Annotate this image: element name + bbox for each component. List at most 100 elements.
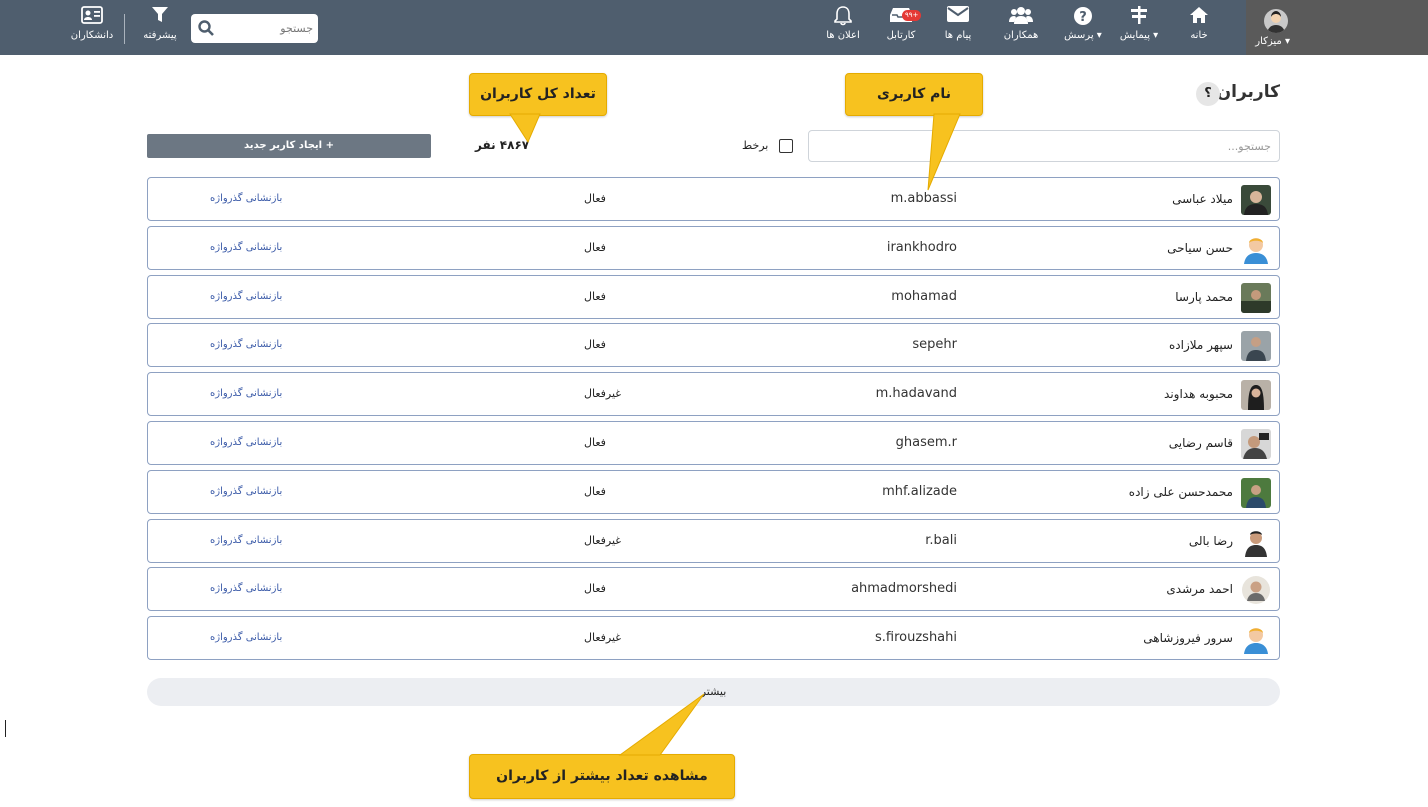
nav-cartable-label: کارتابل [886,30,916,41]
user-row[interactable]: رضا بالی r.bali غیرفعال بازنشانی گذرواژه [147,518,1280,563]
reset-password-link[interactable]: بازنشانی گذرواژه [210,535,282,546]
nav-colleagues-label: همکاران [1003,30,1039,41]
user-avatar [1241,233,1271,264]
user-username: irankhodro [886,239,957,255]
user-avatar [1241,526,1271,557]
nav-question-label: پرسش ▾ [1064,30,1102,41]
user-status: فعال [584,436,606,449]
id-card-icon [66,6,118,30]
signpost-icon [1113,6,1165,30]
user-username: mohamad [891,288,957,304]
knowledge-workers[interactable]: دانشکاران [66,6,118,52]
home-icon [1182,6,1216,30]
reset-password-link[interactable]: بازنشانی گذرواژه [210,291,282,302]
user-full-name: رضا بالی [1188,533,1233,548]
reset-password-link[interactable]: بازنشانی گذرواژه [210,583,282,594]
reset-password-link[interactable]: بازنشانی گذرواژه [210,632,282,643]
nav-notifications[interactable]: اعلان ها [822,6,864,52]
user-row[interactable]: سپهر ملازاده sepehr فعال بازنشانی گذرواژه [147,323,1280,368]
user-full-name: محمد پارسا [1175,289,1233,304]
user-avatar [1241,477,1271,508]
user-status: غیرفعال [584,631,622,645]
callout-see-more: مشاهده تعداد بیشتر از کاربران [469,754,735,799]
user-row[interactable]: محمدحسن علی زاده mhf.alizade فعال بازنشانی … [147,469,1280,514]
nav-messages-label: پیام ها [944,30,972,41]
reset-password-link[interactable]: بازنشانی گذرواژه [210,242,282,253]
question-circle-icon: ? [1059,6,1107,30]
user-status: غیرفعال [584,533,622,547]
user-status: فعال [584,582,606,596]
user-username: sepehr [912,337,957,353]
user-row[interactable]: محبوبه هداوند m.hadavand غیرفعال بازنشانی گ… [147,372,1280,417]
nav-messages[interactable]: پیام ها [938,6,978,52]
knowledge-workers-label: دانشکاران [70,30,114,41]
user-row[interactable]: احمد مرشدی ahmadmorshedi فعال بازنشانی گذرو… [147,567,1280,612]
nav-home-label: خانه [1190,30,1208,41]
nav-survey-label: پیمایش ▾ [1119,30,1159,41]
create-user-button[interactable]: + ایجاد کاربر جدید [147,134,431,158]
nav-colleagues[interactable]: همکاران [1000,6,1042,52]
user-avatar [1241,185,1271,215]
user-menu[interactable]: میزکار ▾ [1246,0,1428,55]
user-full-name: سرور فیروزشاهی [1143,631,1233,646]
user-avatar [1241,429,1271,459]
users-search-input[interactable] [808,130,1280,162]
svg-text:?: ? [1079,10,1087,25]
top-navbar: میزکار ▾ خانه پیمایش ▾ ? پرسش ▾ همکاران … [0,0,1428,55]
search-icon[interactable] [198,20,214,40]
advanced-filter-label: پیشرفته [143,30,177,41]
user-status: غیرفعال [584,387,622,401]
user-username: ahmadmorshedi [851,581,957,597]
user-avatar [1241,380,1271,411]
user-avatar [1241,624,1271,655]
cartable-badge: ۹۹+ [902,10,922,21]
user-username: m.hadavand [875,386,957,402]
top-search-input[interactable] [215,14,313,43]
nav-notifications-label: اعلان ها [826,30,860,41]
user-username: ghasem.r [895,435,957,450]
user-status: فعال [584,338,606,352]
user-username: r.bali [925,532,957,548]
user-full-name: محمدحسن علی زاده [1128,484,1233,499]
user-row[interactable]: محمد پارسا mohamad فعال بازنشانی گذرواژه [147,274,1280,319]
user-status: فعال [584,289,606,303]
user-avatar [1241,575,1271,606]
callout-username-arrow [927,113,961,191]
user-full-name: میلاد عباسی [1172,192,1233,206]
reset-password-link[interactable]: بازنشانی گذرواژه [210,388,282,399]
reset-password-link[interactable]: بازنشانی گذرواژه [210,437,282,448]
advanced-filter[interactable]: پیشرفته [140,6,180,52]
top-search [191,14,318,43]
user-full-name: محبوبه هداوند [1164,387,1233,402]
checkbox-box[interactable] [779,139,793,153]
reset-password-link[interactable]: بازنشانی گذرواژه [210,339,282,350]
user-full-name: احمد مرشدی [1166,582,1233,597]
nav-question[interactable]: ? پرسش ▾ [1059,6,1107,52]
user-full-name: سپهر ملازاده [1169,338,1233,353]
nav-survey[interactable]: پیمایش ▾ [1113,6,1165,52]
reset-password-link[interactable]: بازنشانی گذرواژه [210,486,282,497]
callout-total-users: تعداد کل کاربران [469,73,607,116]
user-avatar [1241,282,1271,313]
nav-home[interactable]: خانه [1182,6,1216,52]
user-row[interactable]: حسن سیاحی irankhodro فعال بازنشانی گذرواژه [147,225,1280,270]
user-full-name: حسن سیاحی [1167,240,1233,255]
filter-icon [140,6,180,30]
user-username: s.firouzshahi [875,630,957,646]
user-avatar [1264,9,1288,33]
user-row[interactable]: سرور فیروزشاهی s.firouzshahi غیرفعال بازنشا… [147,616,1280,661]
reset-password-link[interactable]: بازنشانی گذرواژه [210,193,282,204]
user-status: فعال [584,484,606,498]
user-row[interactable]: میلاد عباسی m.abbassi فعال بازنشانی گذرواژه [147,177,1280,221]
users-icon [1000,6,1042,30]
nav-cartable[interactable]: ۹۹+ کارتابل [880,6,922,52]
page-title: کاربران [1216,82,1280,102]
callout-total-users-arrow [509,113,541,144]
user-avatar [1241,331,1271,362]
help-icon[interactable]: ؟ [1196,82,1220,106]
user-row[interactable]: قاسم رضایی ghasem.r فعال بازنشانی گذرواژه [147,421,1280,465]
user-status: فعال [584,192,606,205]
user-full-name: قاسم رضایی [1168,436,1233,450]
text-cursor [5,720,6,737]
callout-see-more-arrow [618,693,705,756]
